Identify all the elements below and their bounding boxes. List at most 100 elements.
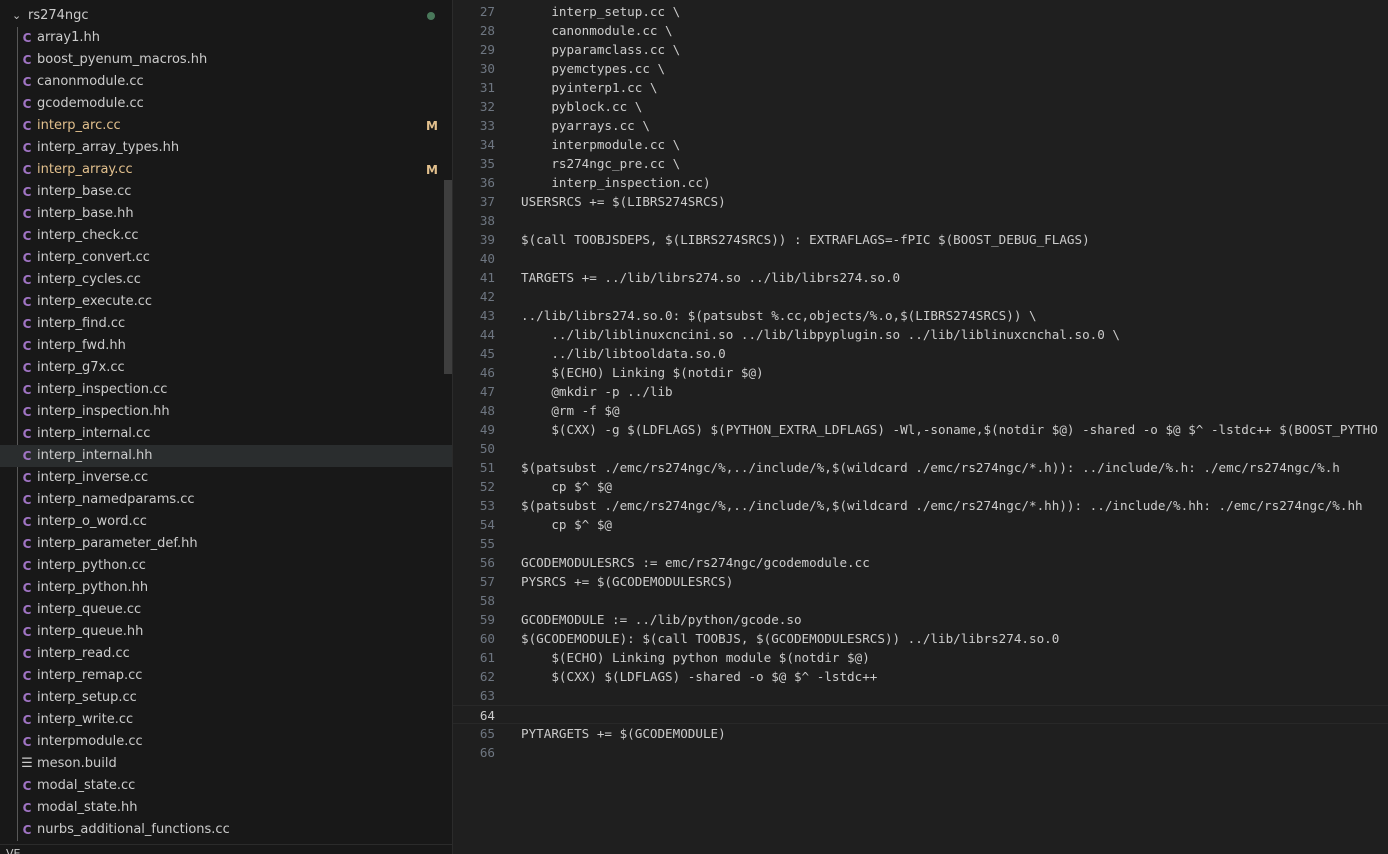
file-item[interactable]: Cinterp_g7x.cc bbox=[0, 357, 452, 379]
file-name: interp_base.cc bbox=[37, 184, 132, 199]
cpp-file-icon: C bbox=[22, 119, 32, 133]
code-line[interactable]: 38 bbox=[453, 211, 1388, 230]
file-item[interactable]: Cinterp_o_word.cc bbox=[0, 511, 452, 533]
code-line[interactable]: 42 bbox=[453, 287, 1388, 306]
file-item[interactable]: Cinterp_check.cc bbox=[0, 225, 452, 247]
code-line[interactable]: 35 rs274ngc_pre.cc \ bbox=[453, 154, 1388, 173]
code-line[interactable]: 43 ../lib/librs274.so.0: $(patsubst %.cc,… bbox=[453, 306, 1388, 325]
code-line[interactable]: 51 $(patsubst ./emc/rs274ngc/%,../include… bbox=[453, 458, 1388, 477]
file-item[interactable]: Cinterp_queue.cc bbox=[0, 599, 452, 621]
code-line[interactable]: 58 bbox=[453, 591, 1388, 610]
code-line[interactable]: 30 pyemctypes.cc \ bbox=[453, 59, 1388, 78]
file-item[interactable]: Cinterp_find.cc bbox=[0, 313, 452, 335]
code-text: @mkdir -p ../lib bbox=[521, 384, 673, 399]
code-line[interactable]: 49 $(CXX) -g $(LDFLAGS) $(PYTHON_EXTRA_L… bbox=[453, 420, 1388, 439]
code-line[interactable]: 27 interp_setup.cc \ bbox=[453, 2, 1388, 21]
code-line[interactable]: 63 bbox=[453, 686, 1388, 705]
file-item[interactable]: Cmodal_state.hh bbox=[0, 797, 452, 819]
file-name: interp_namedparams.cc bbox=[37, 492, 195, 507]
code-line[interactable]: 50 bbox=[453, 439, 1388, 458]
file-item[interactable]: Cinterp_python.hh bbox=[0, 577, 452, 599]
file-item[interactable]: Cinterp_arc.cc M bbox=[0, 115, 452, 137]
file-item[interactable]: Cboost_pyenum_macros.hh bbox=[0, 49, 452, 71]
code-line[interactable]: 34 interpmodule.cc \ bbox=[453, 135, 1388, 154]
cpp-file-icon: C bbox=[22, 295, 32, 309]
explorer-partial-bottom-section[interactable]: VE bbox=[0, 844, 452, 854]
code-editor[interactable]: 27 interp_setup.cc \ 28 canonmodule.cc \ 2… bbox=[453, 0, 1388, 854]
line-number: 64 bbox=[479, 708, 495, 723]
file-item[interactable]: Cinterp_queue.hh bbox=[0, 621, 452, 643]
file-item[interactable]: Cinterp_read.cc bbox=[0, 643, 452, 665]
code-line[interactable]: 37 USERSRCS += $(LIBRS274SRCS) bbox=[453, 192, 1388, 211]
code-line[interactable]: 28 canonmodule.cc \ bbox=[453, 21, 1388, 40]
code-line[interactable]: 55 bbox=[453, 534, 1388, 553]
code-line[interactable]: 33 pyarrays.cc \ bbox=[453, 116, 1388, 135]
file-item[interactable]: Cinterp_internal.cc bbox=[0, 423, 452, 445]
code-line[interactable]: 44 ../lib/liblinuxcncini.so ../lib/libpy… bbox=[453, 325, 1388, 344]
file-item[interactable]: Cinterp_inverse.cc bbox=[0, 467, 452, 489]
file-item[interactable]: Cmodal_state.cc bbox=[0, 775, 452, 797]
code-line[interactable]: 39 $(call TOOBJSDEPS, $(LIBRS274SRCS)) : … bbox=[453, 230, 1388, 249]
code-line[interactable]: 53 $(patsubst ./emc/rs274ngc/%,../include… bbox=[453, 496, 1388, 515]
code-line[interactable]: 65 PYTARGETS += $(GCODEMODULE) bbox=[453, 724, 1388, 743]
file-item[interactable]: ☰ meson.build bbox=[0, 753, 452, 775]
code-text: pyinterp1.cc \ bbox=[521, 80, 658, 95]
file-item[interactable]: Ccanonmodule.cc bbox=[0, 71, 452, 93]
code-line[interactable]: 64 bbox=[453, 705, 1388, 724]
code-line[interactable]: 52 cp $^ $@ bbox=[453, 477, 1388, 496]
code-line[interactable]: 41 TARGETS += ../lib/librs274.so ../lib/l… bbox=[453, 268, 1388, 287]
file-item[interactable]: Cinterp_fwd.hh bbox=[0, 335, 452, 357]
code-line[interactable]: 31 pyinterp1.cc \ bbox=[453, 78, 1388, 97]
file-item[interactable]: Cinterp_python.cc bbox=[0, 555, 452, 577]
file-item[interactable]: Cinterp_remap.cc bbox=[0, 665, 452, 687]
line-number: 34 bbox=[479, 137, 495, 152]
code-line[interactable]: 66 bbox=[453, 743, 1388, 762]
code-text: $(CXX) $(LDFLAGS) -shared -o $@ $^ -lstd… bbox=[521, 669, 878, 684]
code-line[interactable]: 47 @mkdir -p ../lib bbox=[453, 382, 1388, 401]
file-item[interactable]: Cinterp_namedparams.cc bbox=[0, 489, 452, 511]
code-line[interactable]: 60 $(GCODEMODULE): $(call TOOBJS, $(GCODE… bbox=[453, 629, 1388, 648]
file-item[interactable]: Cnurbs_additional_functions.cc bbox=[0, 819, 452, 841]
file-item[interactable]: Cinterp_base.hh bbox=[0, 203, 452, 225]
file-item[interactable]: Cinterp_internal.hh bbox=[0, 445, 452, 467]
file-item[interactable]: Cinterpmodule.cc bbox=[0, 731, 452, 753]
file-name: interp_convert.cc bbox=[37, 250, 150, 265]
file-name: interp_python.hh bbox=[37, 580, 149, 595]
file-item[interactable]: Cinterp_inspection.hh bbox=[0, 401, 452, 423]
line-number: 42 bbox=[479, 289, 495, 304]
code-line[interactable]: 59 GCODEMODULE := ../lib/python/gcode.so bbox=[453, 610, 1388, 629]
code-line[interactable]: 57 PYSRCS += $(GCODEMODULESRCS) bbox=[453, 572, 1388, 591]
file-item[interactable]: Cinterp_base.cc bbox=[0, 181, 452, 203]
code-line[interactable]: 61 $(ECHO) Linking python module $(notdi… bbox=[453, 648, 1388, 667]
file-item[interactable]: Carray1.hh bbox=[0, 27, 452, 49]
code-line[interactable]: 45 ../lib/libtooldata.so.0 bbox=[453, 344, 1388, 363]
file-item[interactable]: Cinterp_write.cc bbox=[0, 709, 452, 731]
code-line[interactable]: 56 GCODEMODULESRCS := emc/rs274ngc/gcodem… bbox=[453, 553, 1388, 572]
file-item[interactable]: Cinterp_array.cc M bbox=[0, 159, 452, 181]
code-line[interactable]: 36 interp_inspection.cc) bbox=[453, 173, 1388, 192]
file-item[interactable]: Cgcodemodule.cc bbox=[0, 93, 452, 115]
file-item[interactable]: Cinterp_inspection.cc bbox=[0, 379, 452, 401]
code-line[interactable]: 32 pyblock.cc \ bbox=[453, 97, 1388, 116]
file-item[interactable]: Cinterp_convert.cc bbox=[0, 247, 452, 269]
code-text: cp $^ $@ bbox=[521, 517, 612, 532]
folder-rs274ngc[interactable]: ⌄ rs274ngc bbox=[0, 5, 452, 27]
file-item[interactable]: Cinterp_array_types.hh bbox=[0, 137, 452, 159]
file-name: gcodemodule.cc bbox=[37, 96, 144, 111]
file-item[interactable]: Cinterp_execute.cc bbox=[0, 291, 452, 313]
code-line[interactable]: 40 bbox=[453, 249, 1388, 268]
code-text: interp_inspection.cc) bbox=[521, 175, 711, 190]
code-line[interactable]: 48 @rm -f $@ bbox=[453, 401, 1388, 420]
code-line[interactable]: 46 $(ECHO) Linking $(notdir $@) bbox=[453, 363, 1388, 382]
file-item[interactable]: Cinterp_cycles.cc bbox=[0, 269, 452, 291]
code-text: $(CXX) -g $(LDFLAGS) $(PYTHON_EXTRA_LDFL… bbox=[521, 422, 1378, 437]
code-line[interactable]: 62 $(CXX) $(LDFLAGS) -shared -o $@ $^ -l… bbox=[453, 667, 1388, 686]
file-item[interactable]: Cinterp_parameter_def.hh bbox=[0, 533, 452, 555]
cpp-file-icon: C bbox=[22, 53, 32, 67]
code-line[interactable]: 29 pyparamclass.cc \ bbox=[453, 40, 1388, 59]
file-item[interactable]: Cinterp_setup.cc bbox=[0, 687, 452, 709]
code-text: GCODEMODULE := ../lib/python/gcode.so bbox=[521, 612, 802, 627]
sidebar-scrollbar[interactable] bbox=[444, 180, 452, 374]
file-name: interp_base.hh bbox=[37, 206, 134, 221]
code-line[interactable]: 54 cp $^ $@ bbox=[453, 515, 1388, 534]
